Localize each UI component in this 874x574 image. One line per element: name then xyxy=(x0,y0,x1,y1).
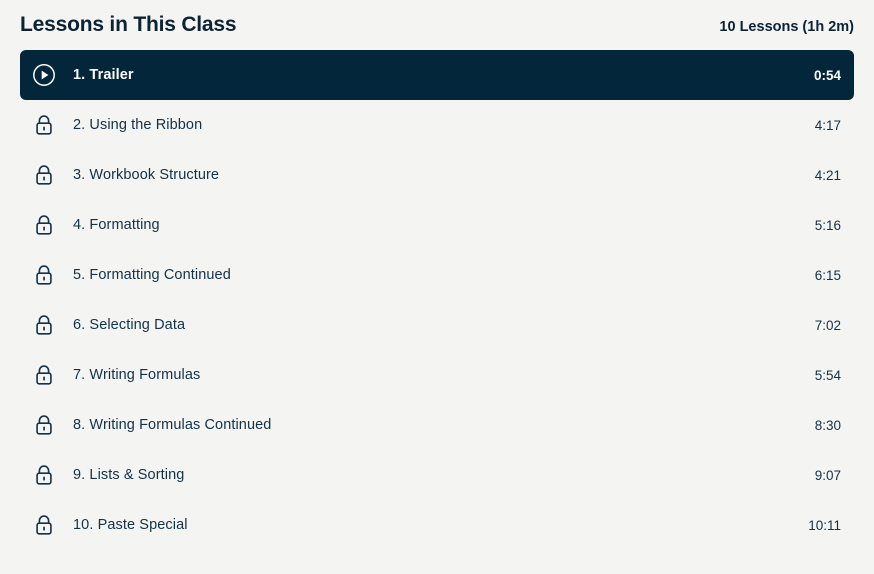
lesson-row[interactable]: 8. Writing Formulas Continued 8:30 xyxy=(20,400,854,450)
lesson-row[interactable]: 9. Lists & Sorting 9:07 xyxy=(20,450,854,500)
play-circle-icon[interactable] xyxy=(32,63,56,87)
lesson-title: 3. Workbook Structure xyxy=(73,167,220,183)
lesson-duration: 5:16 xyxy=(814,217,841,233)
page-title: Lessons in This Class xyxy=(20,13,237,36)
lesson-count-summary: 10 Lessons (1h 2m) xyxy=(719,19,854,35)
lesson-title: 8. Writing Formulas Continued xyxy=(73,417,272,433)
lock-icon xyxy=(32,313,56,337)
lesson-duration: 4:21 xyxy=(814,167,841,183)
lesson-duration: 0:54 xyxy=(813,67,841,83)
lesson-title: 2. Using the Ribbon xyxy=(73,117,203,133)
lessons-panel: Lessons in This Class 10 Lessons (1h 2m)… xyxy=(0,0,874,574)
lock-icon xyxy=(32,163,56,187)
lock-icon xyxy=(32,263,56,287)
lesson-title: 6. Selecting Data xyxy=(73,317,186,333)
lesson-title: 7. Writing Formulas xyxy=(73,367,201,383)
lock-icon xyxy=(32,213,56,237)
lesson-duration: 7:02 xyxy=(814,317,841,333)
lesson-title: 1. Trailer xyxy=(73,67,134,83)
lesson-row[interactable]: 1. Trailer 0:54 xyxy=(20,50,854,100)
lessons-header: Lessons in This Class 10 Lessons (1h 2m) xyxy=(0,0,874,50)
lesson-row[interactable]: 6. Selecting Data 7:02 xyxy=(20,300,854,350)
lesson-duration: 4:17 xyxy=(814,117,841,133)
lesson-list: 1. Trailer 0:54 2. Using the Ribbon 4:17 3. … xyxy=(0,50,874,550)
lock-icon xyxy=(32,413,56,437)
lesson-duration: 8:30 xyxy=(814,417,841,433)
lesson-row[interactable]: 7. Writing Formulas 5:54 xyxy=(20,350,854,400)
lesson-row[interactable]: 5. Formatting Continued 6:15 xyxy=(20,250,854,300)
lesson-duration: 6:15 xyxy=(814,267,841,283)
lesson-duration: 5:54 xyxy=(814,367,841,383)
lesson-duration: 10:11 xyxy=(808,517,841,533)
lesson-duration: 9:07 xyxy=(814,467,841,483)
lesson-row[interactable]: 2. Using the Ribbon 4:17 xyxy=(20,100,854,150)
lock-icon xyxy=(32,363,56,387)
lesson-title: 9. Lists & Sorting xyxy=(73,467,185,483)
lock-icon xyxy=(32,513,56,537)
lesson-row[interactable]: 4. Formatting 5:16 xyxy=(20,200,854,250)
lesson-title: 5. Formatting Continued xyxy=(73,267,231,283)
lesson-title: 10. Paste Special xyxy=(73,517,188,533)
lock-icon xyxy=(32,113,56,137)
lesson-title: 4. Formatting xyxy=(73,217,160,233)
lesson-row[interactable]: 3. Workbook Structure 4:21 xyxy=(20,150,854,200)
lock-icon xyxy=(32,463,56,487)
lesson-row[interactable]: 10. Paste Special 10:11 xyxy=(20,500,854,550)
